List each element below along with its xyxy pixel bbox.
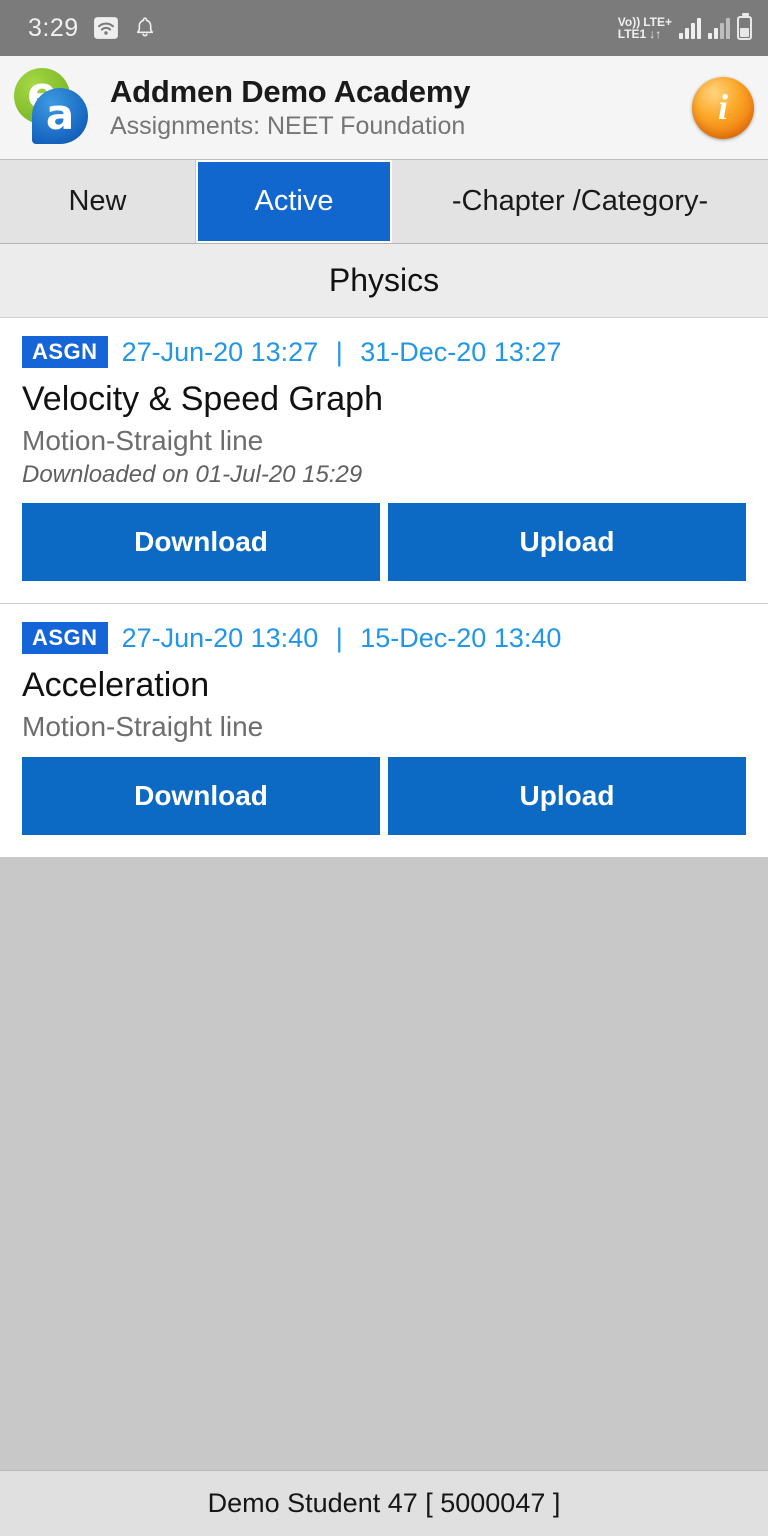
assignment-title: Acceleration	[22, 666, 210, 704]
assignment-actions: Download Upload	[22, 757, 746, 835]
assignment-card[interactable]: ASGN 27-Jun-20 13:27 | 31-Dec-20 13:27 V…	[0, 318, 768, 604]
assignment-chapter: Motion-Straight line	[22, 711, 264, 742]
assignment-dates: 27-Jun-20 13:40 | 15-Dec-20 13:40	[122, 623, 562, 654]
status-bar-left: 3:29	[28, 14, 157, 43]
data-transfer-arrows: ↓↑	[649, 27, 662, 41]
assignment-start-date: 27-Jun-20 13:40	[121, 622, 319, 653]
page-subtitle: Assignments: NEET Foundation	[110, 112, 466, 140]
upload-button[interactable]: Upload	[388, 503, 746, 581]
signal-strength-icon-sim1	[679, 17, 701, 39]
assignment-list: ASGN 27-Jun-20 13:27 | 31-Dec-20 13:27 V…	[0, 318, 768, 857]
battery-icon	[737, 13, 752, 40]
section-header-physics: Physics	[0, 244, 768, 318]
app-header: e a Addmen Demo Academy Assignments: NEE…	[0, 56, 768, 160]
empty-list-area	[0, 857, 768, 1470]
tab-new[interactable]: New	[0, 160, 196, 243]
upload-button[interactable]: Upload	[388, 757, 746, 835]
page-title: Addmen Demo Academy	[110, 74, 471, 109]
header-titles: Addmen Demo Academy Assignments: NEET Fo…	[96, 74, 692, 141]
footer-user-bar: Demo Student 47 [ 5000047 ]	[0, 1470, 768, 1536]
app-logo: e a	[10, 66, 96, 150]
clock: 3:29	[28, 13, 79, 42]
assignment-start-date: 27-Jun-20 13:27	[121, 336, 319, 367]
bell-icon	[136, 17, 153, 37]
wifi-icon	[93, 17, 118, 39]
info-icon[interactable]: i	[692, 76, 754, 139]
assignment-title: Velocity & Speed Graph	[22, 380, 384, 418]
assignment-end-date: 31-Dec-20 13:27	[360, 336, 562, 367]
volte-indicator: Vo)) LTE+ LTE1 ↓↑	[617, 16, 672, 41]
date-separator: |	[335, 336, 343, 367]
assignment-download-note: Downloaded on 01-Jul-20 15:29	[22, 461, 363, 488]
signal-strength-icon-sim2	[708, 17, 730, 39]
status-bar: 3:29 Vo)) LTE+ LTE1 ↓↑	[0, 0, 768, 56]
tab-active[interactable]: Active	[196, 160, 392, 243]
tab-chapter-category[interactable]: -Chapter /Category-	[392, 160, 768, 243]
logo-a-letter: a	[45, 89, 75, 139]
assignment-chapter: Motion-Straight line	[22, 425, 264, 456]
assignment-actions: Download Upload	[22, 503, 746, 581]
status-badge: ASGN	[22, 336, 108, 368]
info-icon-glyph: i	[717, 86, 728, 127]
date-separator: |	[335, 622, 343, 653]
app-screen: 3:29 Vo)) LTE+ LTE1 ↓↑ a Addmen Demo Aca…	[0, 0, 768, 1536]
assignment-meta: ASGN 27-Jun-20 13:40 | 15-Dec-20 13:40	[22, 622, 746, 654]
status-bar-right: Vo)) LTE+ LTE1 ↓↑	[617, 13, 752, 41]
logo-a-icon: a	[32, 87, 88, 144]
tab-bar: New Active -Chapter /Category-	[0, 160, 768, 244]
assignment-meta: ASGN 27-Jun-20 13:27 | 31-Dec-20 13:27	[22, 336, 746, 368]
volte-label-2: LTE1	[617, 27, 647, 41]
download-button[interactable]: Download	[22, 757, 380, 835]
assignment-end-date: 15-Dec-20 13:40	[360, 622, 562, 653]
assignment-dates: 27-Jun-20 13:27 | 31-Dec-20 13:27	[122, 337, 562, 368]
assignment-card[interactable]: ASGN 27-Jun-20 13:40 | 15-Dec-20 13:40 A…	[0, 604, 768, 857]
download-button[interactable]: Download	[22, 503, 380, 581]
status-badge: ASGN	[22, 622, 108, 654]
